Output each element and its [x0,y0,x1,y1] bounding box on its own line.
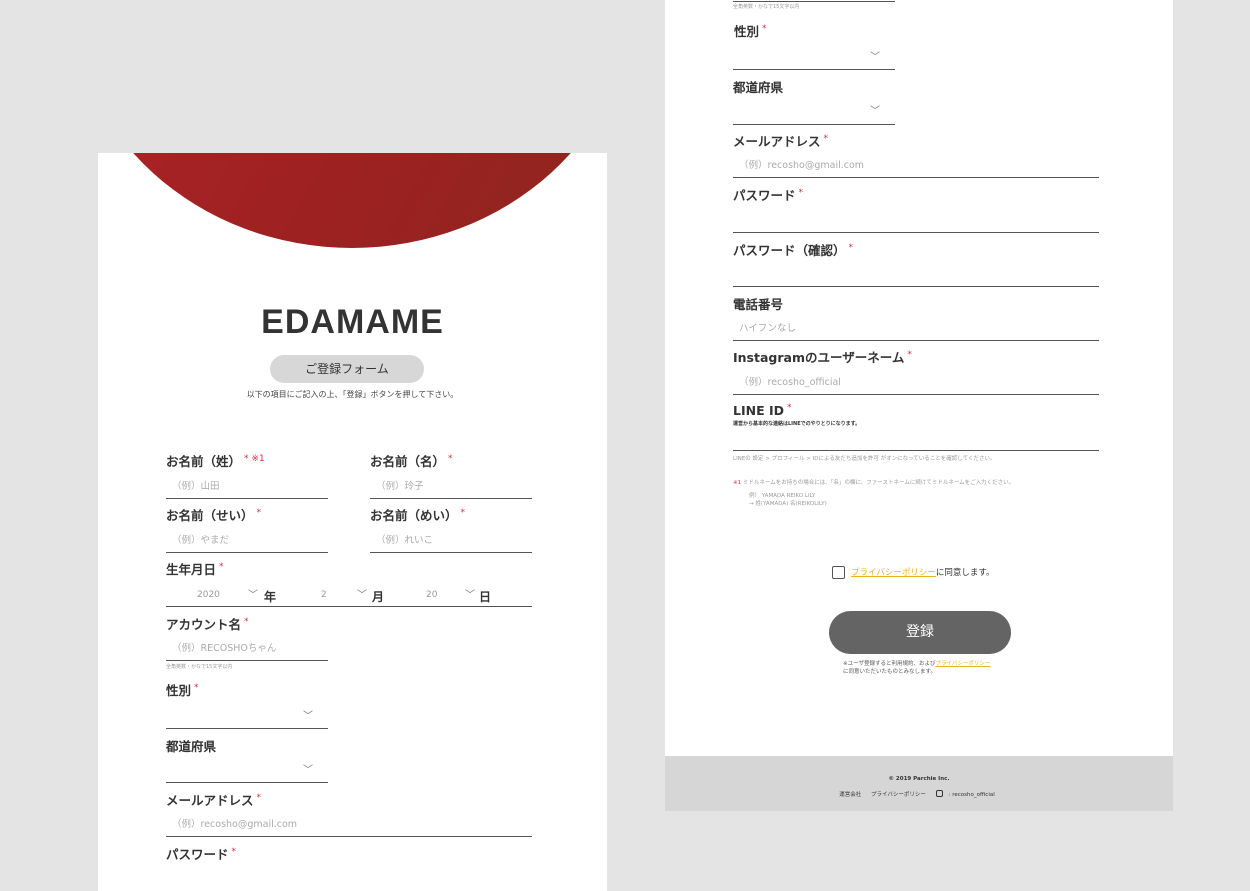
register-button[interactable]: 登録 [829,611,1011,654]
email-label: メールアドレス * [166,793,262,808]
line-id-sub: 運営から基本的な連絡はLINEでのやりとりになります。 [733,421,861,427]
instagram-label: Instagramのユーザーネーム * [733,350,912,365]
middle-name-example: 例） YAMADA REIKO LILY [749,493,816,499]
chevron-down-icon: ﹀ [303,765,313,776]
privacy-policy-link[interactable]: プライバシーポリシー [936,661,991,667]
first-name-input[interactable]: （例）玲子 [370,475,532,499]
chevron-down-icon: ﹀ [870,106,880,117]
email-label: メールアドレス * [733,134,829,149]
privacy-policy-link[interactable]: プライバシーポリシー [851,568,936,578]
chevron-down-icon: ﹀ [303,711,313,722]
company-link[interactable]: 運営会社 [839,792,861,798]
password-confirm-input[interactable] [733,263,1099,287]
password-label: パスワード * [733,188,804,203]
account-label: アカウント名 * [166,617,249,632]
line-id-input[interactable] [733,427,1099,451]
birthday-year-select[interactable]: 2020 [197,590,220,600]
line-id-hint: LINEの 設定 > プロフィール > IDによる友だち追加を許可 がオンになっ… [733,456,996,462]
first-kana-input[interactable]: （例）れいこ [370,529,532,553]
left-panel: EDAMAME ご登録フォーム 以下の項目にご記入の上、「登録」ボタンを押して下… [98,153,607,891]
terms-note: ※ユーザ登録すると利用規約、およびプライバシーポリシー に同意いただいたものとみ… [843,661,991,675]
last-kana-label: お名前（せい） * [166,508,262,523]
last-name-input[interactable]: （例）山田 [166,475,328,499]
year-unit: 年 [264,590,277,604]
birthday-month-select[interactable]: 2 [321,590,327,600]
brand-title: EDAMAME [261,303,444,341]
chevron-down-icon: ﹀ [870,52,880,63]
password-input[interactable] [733,209,1099,233]
line-id-label: LINE ID * [733,403,792,418]
chevron-down-icon: ﹀ [357,590,367,601]
privacy-checkbox[interactable] [832,566,845,579]
birthday-day-select[interactable]: 20 [426,590,437,600]
privacy-agree-text: プライバシーポリシーに同意します。 [851,568,995,578]
email-input[interactable]: （例）recosho@gmail.com [166,813,532,837]
footer-privacy-link[interactable]: プライバシーポリシー [871,792,926,798]
footer: © 2019 Parchie Inc. 運営会社 プライバシーポリシー : re… [665,756,1173,811]
first-kana-label: お名前（めい） * [370,508,466,523]
chevron-down-icon: ﹀ [465,590,475,601]
instagram-icon [935,790,943,797]
account-hint: 全角英数・かなで15文字以内 [733,4,800,10]
middle-name-note: ※1 ミドルネームをお持ちの場合には、「名」の欄に、ファーストネームに続けてミド… [733,480,1015,486]
month-unit: 月 [372,590,385,604]
middle-name-example: → 姓(YAMADA) 名(REIKOLILY) [749,501,827,507]
gender-label: 性別 * [734,24,767,39]
account-hint: 全角英数・かなで15文字以内 [166,664,233,670]
right-panel: 全角英数・かなで15文字以内 性別 * ﹀ 都道府県 ﹀ メールアドレス * （例）… [665,0,1173,811]
prefecture-label: 都道府県 [733,80,784,95]
first-name-label: お名前（名） * [370,454,453,469]
day-unit: 日 [479,590,492,604]
phone-input[interactable]: ハイフンなし [733,317,1099,341]
account-input[interactable]: （例）RECOSHOちゃん [166,637,328,661]
password-confirm-label: パスワード（確認） * [733,243,854,258]
last-kana-input[interactable]: （例）やまだ [166,529,328,553]
header-arc [98,153,607,248]
birthday-row [166,583,532,607]
form-title-pill: ご登録フォーム [270,355,424,383]
email-input[interactable]: （例）recosho@gmail.com [733,154,1099,178]
intro-text: 以下の項目にご記入の上、「登録」ボタンを押して下さい。 [246,390,459,399]
prefecture-label: 都道府県 [166,739,217,754]
last-name-label: お名前（姓） * ※1 [166,454,265,469]
chevron-down-icon: ﹀ [248,590,258,601]
account-input-end [733,0,895,2]
phone-label: 電話番号 [733,297,784,312]
birthday-label: 生年月日 * [166,562,224,577]
copyright: © 2019 Parchie Inc. [888,776,950,782]
password-label: パスワード * [166,847,237,862]
instagram-input[interactable]: （例）recosho_official [733,371,1099,395]
instagram-link[interactable]: : recosho_official [935,790,999,798]
gender-label: 性別 * [166,683,199,698]
footer-links: 運営会社 プライバシーポリシー : recosho_official [665,790,1173,798]
